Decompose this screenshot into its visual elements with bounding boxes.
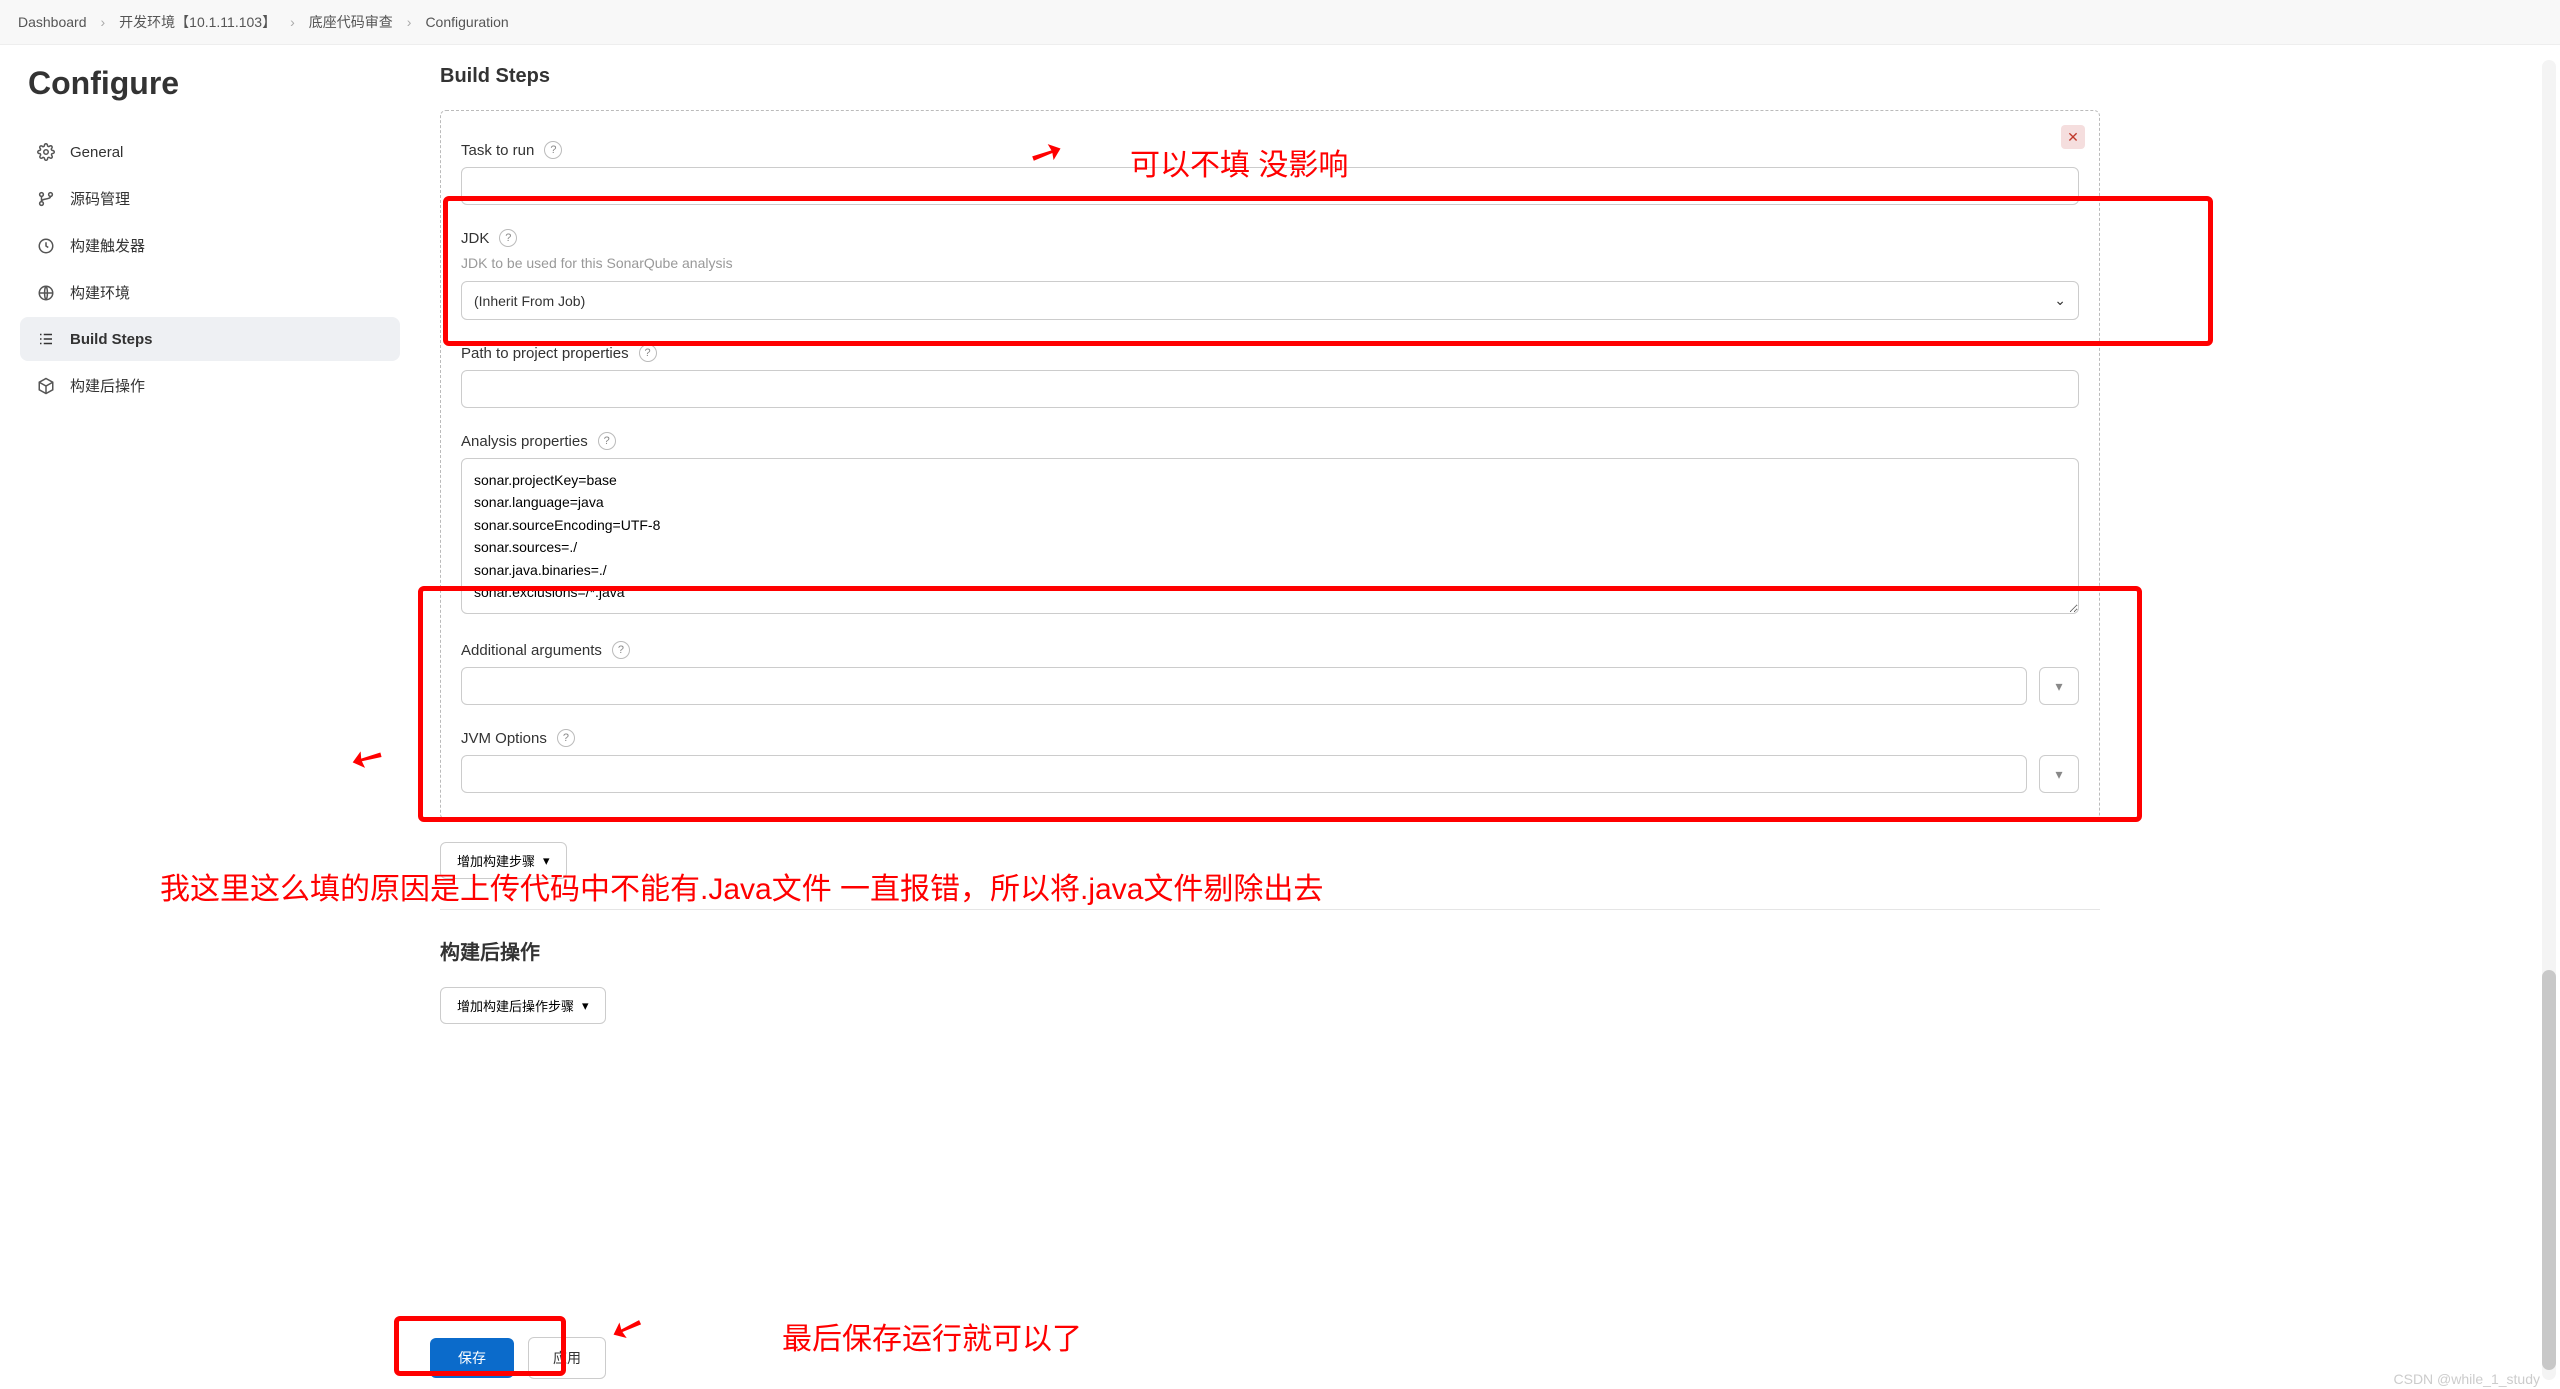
chevron-right-icon: › bbox=[101, 14, 106, 30]
annotation-1: 可以不填 没影响 bbox=[1130, 140, 1348, 184]
help-icon[interactable]: ? bbox=[612, 641, 630, 659]
main-content: Build Steps ✕ Task to run ? JDK ? bbox=[410, 65, 2130, 1064]
chevron-down-icon: ▾ bbox=[582, 998, 589, 1014]
package-icon bbox=[36, 376, 56, 396]
add-post-build-step-button[interactable]: 增加构建后操作步骤 ▾ bbox=[440, 987, 606, 1024]
sidebar-item-label: 构建后操作 bbox=[70, 375, 145, 396]
clock-icon bbox=[36, 236, 56, 256]
globe-icon bbox=[36, 283, 56, 303]
field-label-analysis: Analysis properties bbox=[461, 433, 588, 450]
breadcrumb-item[interactable]: 开发环境【10.1.11.103】 bbox=[119, 12, 276, 32]
help-icon[interactable]: ? bbox=[557, 729, 575, 747]
arrow-icon: ➚ bbox=[603, 1302, 650, 1357]
expand-additional-button[interactable]: ▾ bbox=[2039, 667, 2079, 705]
remove-step-button[interactable]: ✕ bbox=[2061, 125, 2085, 149]
field-label-jvm: JVM Options bbox=[461, 730, 547, 747]
gear-icon bbox=[36, 142, 56, 162]
jdk-selected-value: (Inherit From Job) bbox=[474, 293, 585, 309]
section-title: Build Steps bbox=[440, 65, 2100, 88]
steps-icon bbox=[36, 329, 56, 349]
scrollbar-thumb[interactable] bbox=[2542, 970, 2556, 1370]
jdk-hint: JDK to be used for this SonarQube analys… bbox=[461, 255, 2079, 271]
chevron-right-icon: › bbox=[290, 14, 295, 30]
field-label-jdk: JDK bbox=[461, 230, 489, 247]
sidebar-item-label: General bbox=[70, 144, 123, 161]
additional-arguments-input[interactable] bbox=[461, 667, 2027, 705]
analysis-properties-textarea[interactable] bbox=[461, 458, 2079, 614]
field-label-additional: Additional arguments bbox=[461, 642, 602, 659]
page-title: Configure bbox=[20, 65, 400, 102]
field-label-task: Task to run bbox=[461, 142, 534, 159]
divider bbox=[440, 909, 2100, 910]
sidebar-item-triggers[interactable]: 构建触发器 bbox=[20, 223, 400, 268]
save-button[interactable]: 保存 bbox=[430, 1338, 514, 1378]
field-label-path: Path to project properties bbox=[461, 345, 629, 362]
watermark: CSDN @while_1_study bbox=[2394, 1371, 2541, 1387]
sidebar-item-label: Build Steps bbox=[70, 331, 153, 348]
sidebar-item-environment[interactable]: 构建环境 bbox=[20, 270, 400, 315]
sidebar-item-label: 源码管理 bbox=[70, 188, 130, 209]
chevron-down-icon: ▾ bbox=[2055, 678, 2062, 695]
sidebar-item-post-build[interactable]: 构建后操作 bbox=[20, 363, 400, 408]
scrollbar[interactable] bbox=[2542, 60, 2556, 1380]
path-to-project-properties-input[interactable] bbox=[461, 370, 2079, 408]
expand-jvm-button[interactable]: ▾ bbox=[2039, 755, 2079, 793]
breadcrumb-item[interactable]: Dashboard bbox=[18, 14, 87, 30]
chevron-right-icon: › bbox=[407, 14, 412, 30]
jvm-options-input[interactable] bbox=[461, 755, 2027, 793]
apply-button[interactable]: 应用 bbox=[528, 1337, 606, 1379]
breadcrumb-item[interactable]: Configuration bbox=[425, 14, 508, 30]
sidebar-item-label: 构建触发器 bbox=[70, 235, 145, 256]
sidebar-item-scm[interactable]: 源码管理 bbox=[20, 176, 400, 221]
post-build-title: 构建后操作 bbox=[440, 936, 2100, 965]
sidebar: Configure General 源码管理 构建触发器 构建环境 bbox=[20, 65, 410, 1064]
branch-icon bbox=[36, 189, 56, 209]
help-icon[interactable]: ? bbox=[499, 229, 517, 247]
breadcrumb-item[interactable]: 底座代码审查 bbox=[309, 12, 393, 32]
add-post-build-step-label: 增加构建后操作步骤 bbox=[457, 996, 574, 1015]
footer-actions: 保存 应用 bbox=[430, 1337, 606, 1379]
jdk-select[interactable]: (Inherit From Job) ⌄ bbox=[461, 281, 2079, 320]
annotation-2: 我这里这么填的原因是上传代码中不能有.Java文件 一直报错，所以将.java文… bbox=[160, 864, 1323, 908]
breadcrumb: Dashboard › 开发环境【10.1.11.103】 › 底座代码审查 ›… bbox=[0, 0, 2560, 45]
annotation-3: 最后保存运行就可以了 bbox=[782, 1314, 1082, 1358]
build-step-panel: ✕ Task to run ? JDK ? JDK to be used for… bbox=[440, 110, 2100, 820]
help-icon[interactable]: ? bbox=[598, 432, 616, 450]
help-icon[interactable]: ? bbox=[639, 344, 657, 362]
sidebar-item-label: 构建环境 bbox=[70, 282, 130, 303]
chevron-down-icon: ⌄ bbox=[2054, 292, 2066, 309]
sidebar-item-general[interactable]: General bbox=[20, 130, 400, 174]
help-icon[interactable]: ? bbox=[544, 141, 562, 159]
chevron-down-icon: ▾ bbox=[2055, 766, 2062, 783]
close-icon: ✕ bbox=[2067, 129, 2079, 146]
sidebar-item-build-steps[interactable]: Build Steps bbox=[20, 317, 400, 361]
